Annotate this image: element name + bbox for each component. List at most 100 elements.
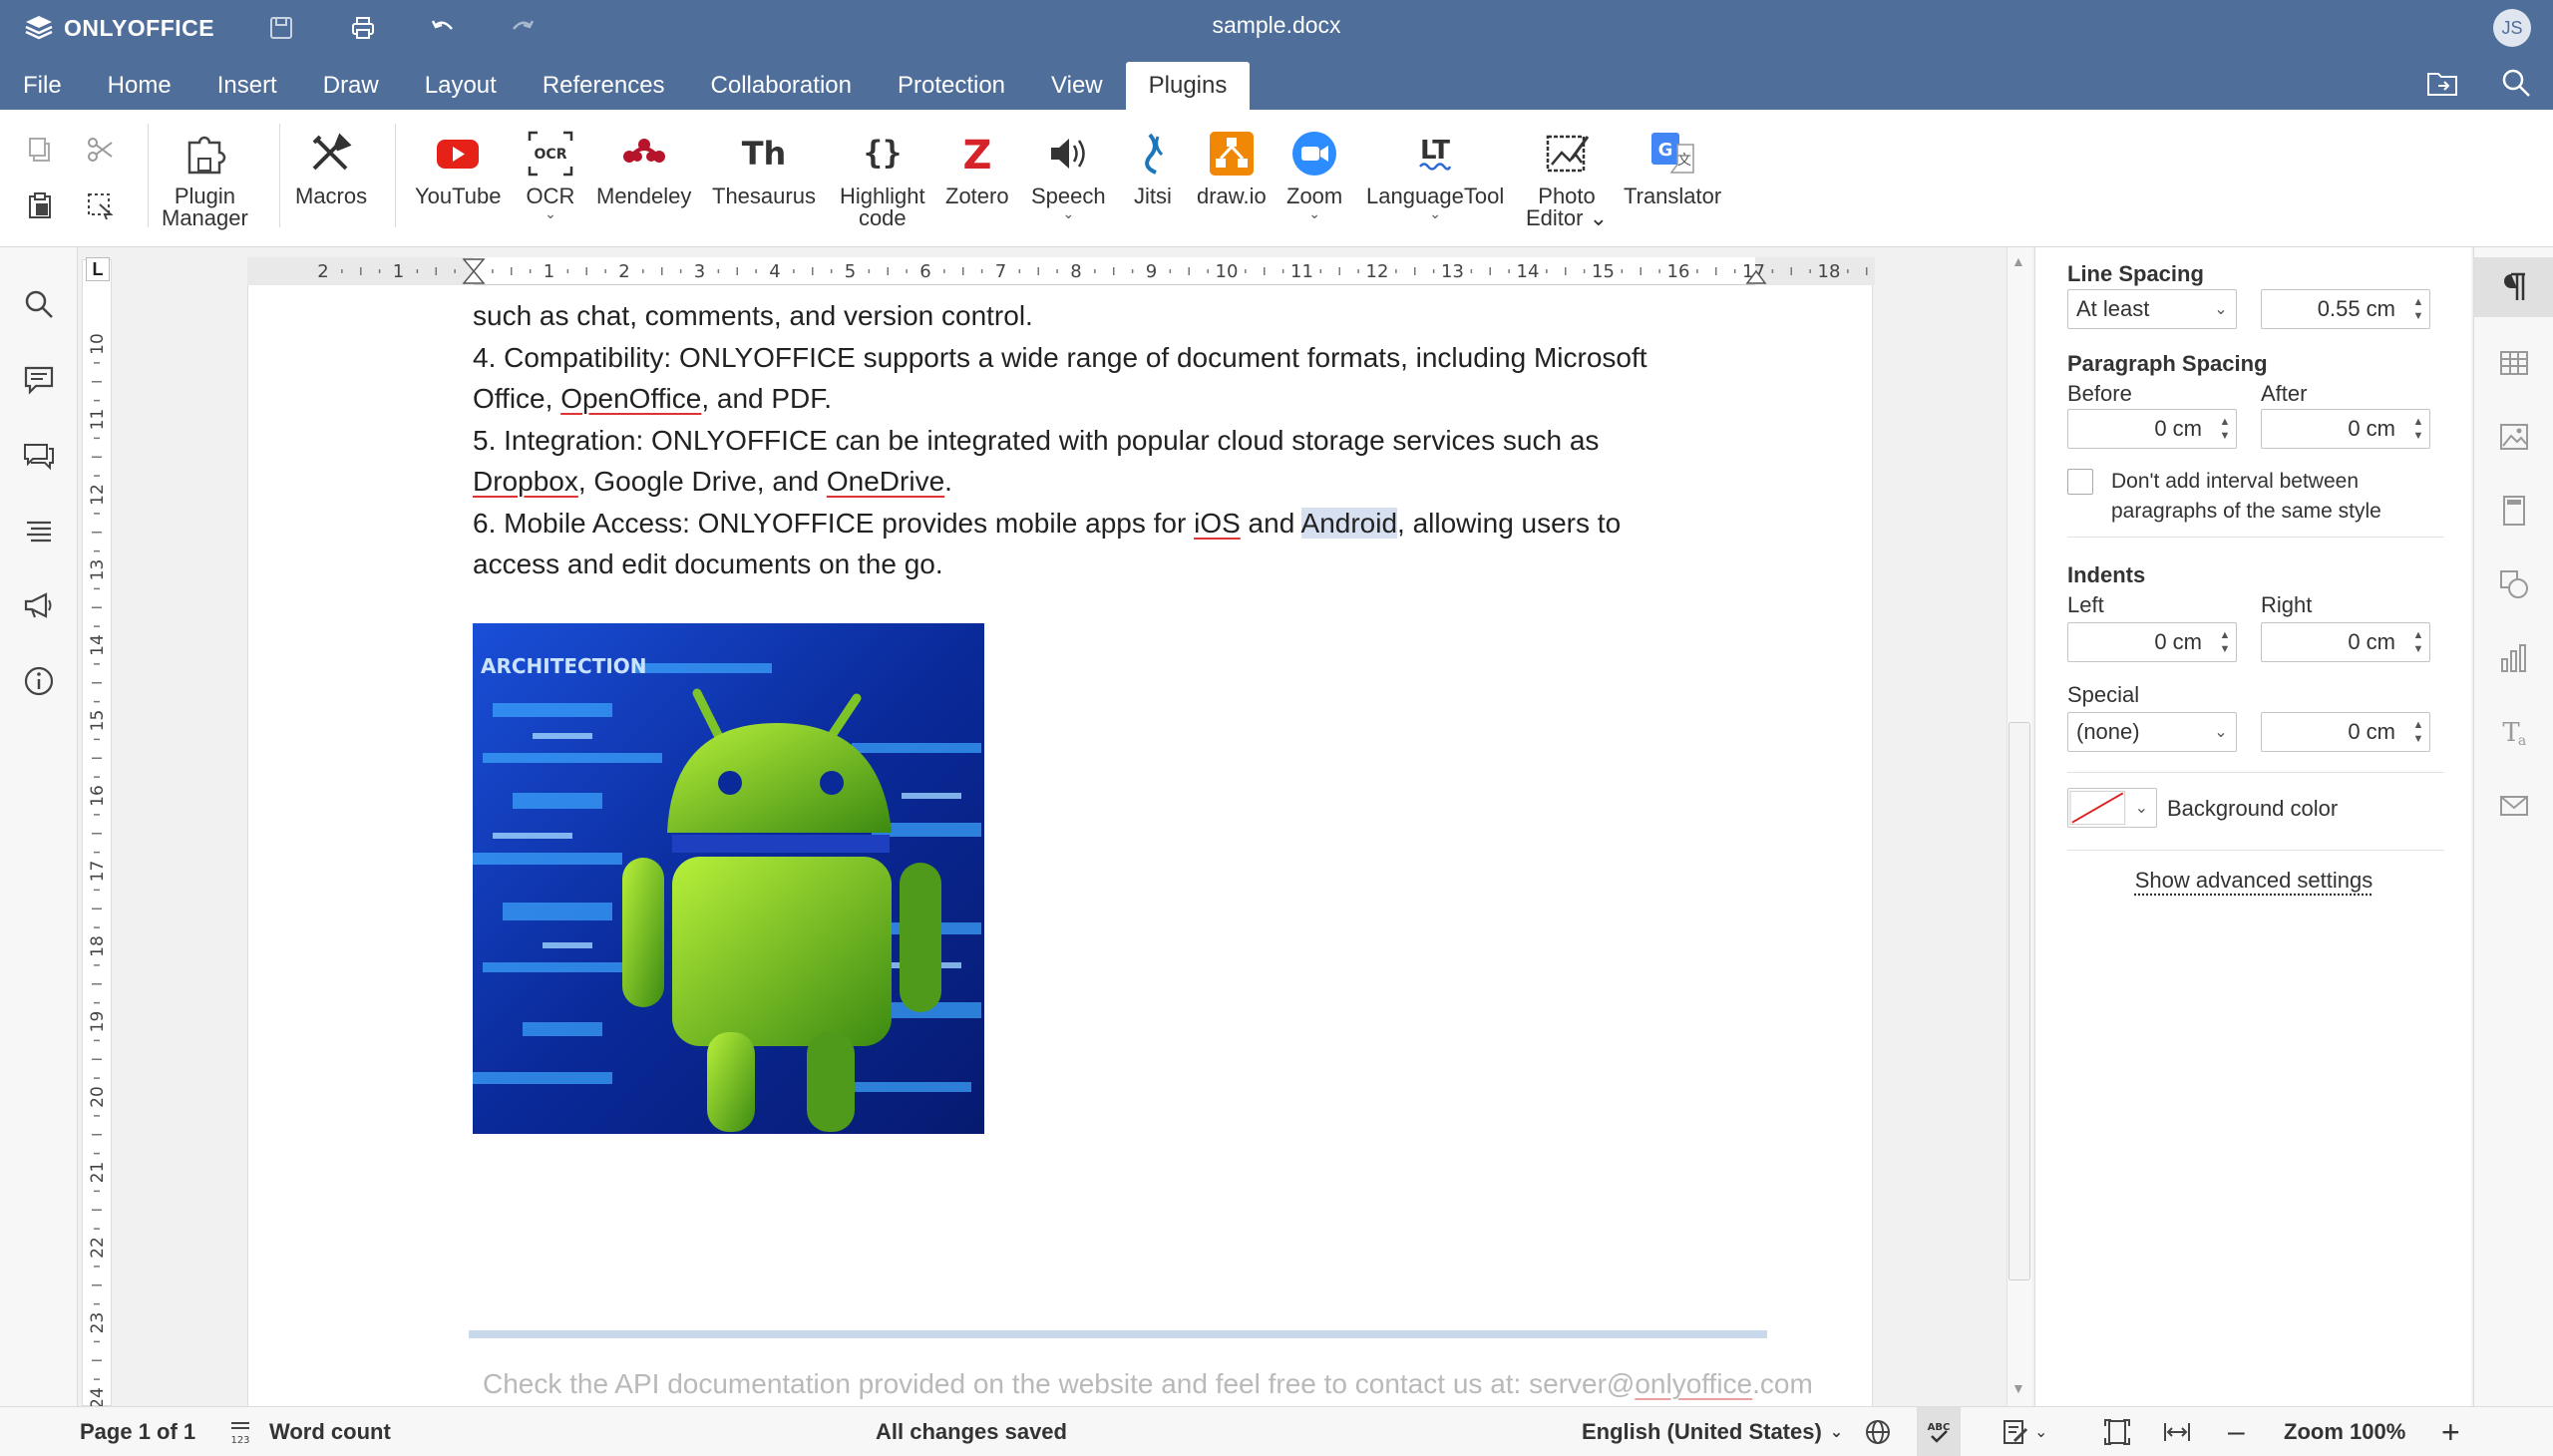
copy-button[interactable] <box>20 130 60 170</box>
footer-email-misspelled[interactable]: onlyoffice <box>1635 1368 1752 1399</box>
tab-layout[interactable]: Layout <box>402 62 520 110</box>
background-color-picker[interactable]: ⌄ <box>2067 788 2157 828</box>
vertical-ruler[interactable]: 10 11 12 13 14 15 16 17 18 19 20 21 22 23 24 <box>82 259 112 1456</box>
zotero-button[interactable]: Z Zotero <box>945 126 1009 207</box>
tab-references[interactable]: References <box>520 62 688 110</box>
stepper-arrows-icon[interactable]: ▲ ▼ <box>2214 415 2236 443</box>
track-changes-button[interactable]: ⌄ <box>2001 1407 2047 1456</box>
search-icon <box>25 290 53 318</box>
user-avatar[interactable]: JS <box>2493 9 2531 47</box>
spell-check-toggle[interactable]: ABC <box>1917 1407 1961 1456</box>
left-sidebar <box>0 247 78 1406</box>
special-indent-select[interactable]: (none) ⌄ <box>2067 712 2237 752</box>
text-art-settings-tab[interactable]: Ta <box>2474 702 2553 762</box>
paragraph-line: 6. Mobile Access: ONLYOFFICE provides mo… <box>473 503 1719 545</box>
zoom-in-button[interactable]: + <box>2441 1407 2460 1456</box>
photo-editor-button[interactable]: Photo Editor ⌄ <box>1526 126 1608 229</box>
tab-insert[interactable]: Insert <box>194 62 300 110</box>
scroll-down-icon[interactable]: ▼ <box>2011 1380 2025 1396</box>
cut-button[interactable] <box>80 130 120 170</box>
stepper-arrows-icon[interactable]: ▲ ▼ <box>2214 628 2236 656</box>
paste-button[interactable] <box>20 185 60 225</box>
navigation-button[interactable] <box>20 513 58 550</box>
tab-stop-selector[interactable]: L <box>86 257 110 281</box>
spacing-after-input[interactable]: 0 cm ▲ ▼ <box>2261 409 2430 449</box>
chat-button[interactable] <box>20 437 58 475</box>
line-spacing-mode-select[interactable]: At least ⌄ <box>2067 289 2237 329</box>
indent-left-input[interactable]: 0 cm ▲ ▼ <box>2067 622 2237 662</box>
toolbar-divider <box>395 124 396 227</box>
tab-collaboration[interactable]: Collaboration <box>688 62 875 110</box>
special-indent-input[interactable]: 0 cm ▲ ▼ <box>2261 712 2430 752</box>
zoom-out-button[interactable]: – <box>2228 1407 2245 1456</box>
word-count-button[interactable]: 123 Word count <box>227 1407 390 1456</box>
about-button[interactable] <box>20 662 58 700</box>
tab-file[interactable]: File <box>0 62 85 110</box>
tab-home[interactable]: Home <box>85 62 194 110</box>
spacing-before-input[interactable]: 0 cm ▲ ▼ <box>2067 409 2237 449</box>
speech-label: Speech <box>1031 183 1106 208</box>
shape-settings-tab[interactable] <box>2474 554 2553 614</box>
show-advanced-settings-link[interactable]: Show advanced settings <box>2035 868 2472 894</box>
chevron-down-icon: ⌄ <box>1829 1424 1844 1441</box>
jitsi-button[interactable]: Jitsi <box>1125 126 1181 207</box>
plugin-manager-button[interactable]: Plugin Manager <box>162 126 248 229</box>
document-body[interactable]: such as chat, comments, and version cont… <box>473 295 1719 585</box>
zoom-plugin-button[interactable]: Zoom ⌄ <box>1286 126 1342 220</box>
text-language-button[interactable] <box>1863 1407 1893 1456</box>
line-spacing-value-input[interactable]: 0.55 cm ▲ ▼ <box>2261 289 2430 329</box>
ocr-button[interactable]: OCR OCR ⌄ <box>523 126 578 220</box>
youtube-button[interactable]: YouTube <box>415 126 501 207</box>
languagetool-button[interactable]: LT LanguageTool ⌄ <box>1366 126 1504 220</box>
find-button[interactable] <box>20 285 58 323</box>
misspelled-word[interactable]: iOS <box>1194 508 1241 539</box>
translator-button[interactable]: G文 Translator <box>1624 126 1721 207</box>
table-settings-tab[interactable] <box>2474 333 2553 393</box>
ruler-label: 13 <box>1441 261 1464 282</box>
stepper-arrows-icon[interactable]: ▲ ▼ <box>2407 718 2429 746</box>
misspelled-word[interactable]: OneDrive <box>827 466 944 497</box>
fit-to-width-button[interactable] <box>2162 1407 2192 1456</box>
stepper-arrows-icon[interactable]: ▲ ▼ <box>2407 628 2429 656</box>
mendeley-icon <box>622 139 665 163</box>
footer-text: Check the API documentation provided on … <box>483 1368 1530 1399</box>
tab-draw[interactable]: Draw <box>300 62 402 110</box>
text-run: , allowing users to <box>1397 507 1622 539</box>
macros-button[interactable]: Macros <box>295 126 367 207</box>
stepper-arrows-icon[interactable]: ▲ ▼ <box>2407 295 2429 323</box>
paragraph-settings-tab[interactable] <box>2474 257 2553 317</box>
jitsi-label: Jitsi <box>1134 183 1172 208</box>
page-number-indicator[interactable]: Page 1 of 1 <box>80 1407 195 1456</box>
language-select[interactable]: English (United States) ⌄ <box>1582 1407 1843 1456</box>
image-settings-tab[interactable] <box>2474 407 2553 467</box>
drawio-button[interactable]: draw.io <box>1197 126 1267 207</box>
feedback-button[interactable] <box>20 586 58 624</box>
tab-view[interactable]: View <box>1028 62 1126 110</box>
no-interval-checkbox[interactable] <box>2067 469 2093 495</box>
speech-button[interactable]: Speech ⌄ <box>1031 126 1106 220</box>
misspelled-word[interactable]: Dropbox <box>473 466 578 497</box>
stepper-arrows-icon[interactable]: ▲ ▼ <box>2407 415 2429 443</box>
select-all-button[interactable] <box>80 185 120 225</box>
thesaurus-button[interactable]: Th Thesaurus <box>712 126 816 207</box>
page-footer[interactable]: Check the API documentation provided on … <box>483 1368 1813 1400</box>
search-icon[interactable] <box>2499 66 2533 100</box>
mendeley-button[interactable]: Mendeley <box>596 126 691 207</box>
tab-protection[interactable]: Protection <box>875 62 1028 110</box>
scroll-up-icon[interactable]: ▲ <box>2011 253 2025 269</box>
horizontal-ruler[interactable]: 2 1 1 2 3 4 5 6 7 8 9 10 11 12 13 14 15 16 17 18 <box>247 257 1875 285</box>
zoom-level[interactable]: Zoom 100% <box>2284 1407 2405 1456</box>
scrollbar-thumb[interactable] <box>2008 722 2030 1280</box>
fit-to-page-button[interactable] <box>2102 1407 2132 1456</box>
highlight-code-button[interactable]: {} Highlight code <box>840 126 925 229</box>
comments-button[interactable] <box>20 361 58 399</box>
mail-merge-settings-tab[interactable] <box>2474 776 2553 836</box>
open-file-location-icon[interactable] <box>2425 66 2459 100</box>
chart-settings-tab[interactable] <box>2474 628 2553 688</box>
header-footer-settings-tab[interactable] <box>2474 481 2553 541</box>
inline-image-android[interactable]: ARCHITECTION <box>473 623 984 1134</box>
indent-right-input[interactable]: 0 cm ▲ ▼ <box>2261 622 2430 662</box>
misspelled-word[interactable]: OpenOffice <box>560 383 701 414</box>
selected-text[interactable]: Android <box>1300 507 1398 539</box>
tab-plugins[interactable]: Plugins <box>1125 62 1251 110</box>
